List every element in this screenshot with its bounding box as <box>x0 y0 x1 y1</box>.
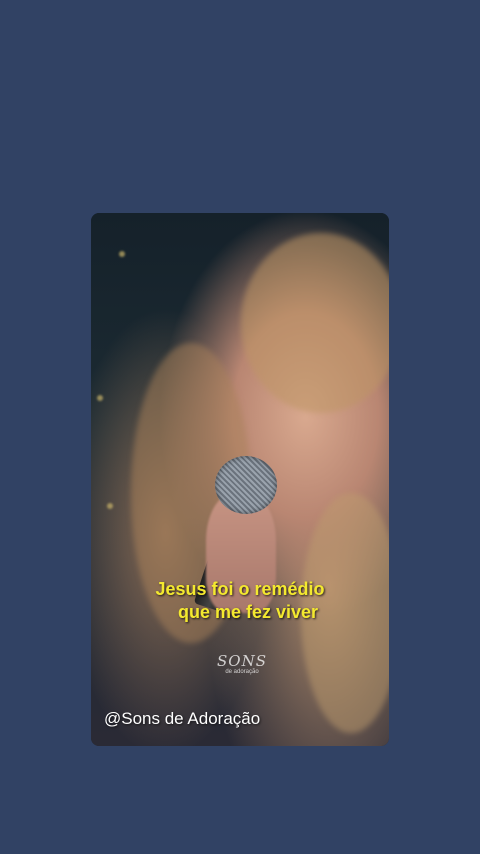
watermark-main-text: SONS <box>217 652 267 670</box>
microphone-head <box>215 456 277 514</box>
channel-handle[interactable]: @Sons de Adoração <box>104 709 260 729</box>
caption-line-1: Jesus foi o remédio <box>155 579 325 599</box>
bokeh-light <box>97 395 103 401</box>
caption-line-2: que me fez viver <box>177 602 319 622</box>
bokeh-light <box>107 503 113 509</box>
story-page: Jesus foi o remédio que me fez viver SON… <box>0 0 480 854</box>
channel-logo-watermark: SONS de adoração <box>217 653 267 676</box>
video-player[interactable]: Jesus foi o remédio que me fez viver SON… <box>91 213 389 746</box>
hair-shape <box>241 233 389 413</box>
watermark-sub-text: de adoração <box>225 669 259 675</box>
bokeh-light <box>119 251 125 257</box>
lyric-caption: Jesus foi o remédio que me fez viver <box>91 578 389 624</box>
